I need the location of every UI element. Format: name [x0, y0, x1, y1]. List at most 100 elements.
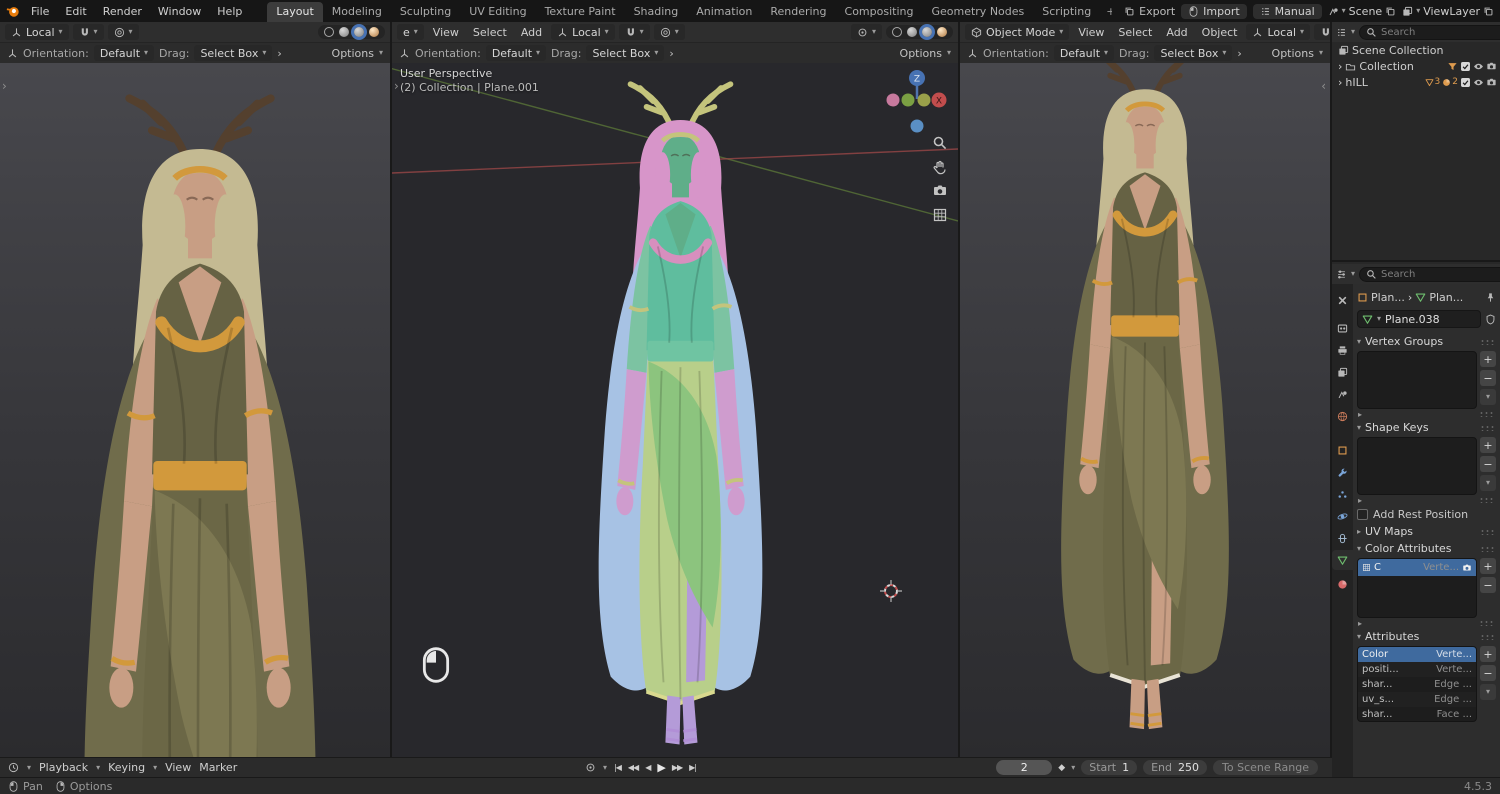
ortho-grid-icon[interactable]: [932, 207, 948, 223]
pan-hand-icon[interactable]: [932, 159, 948, 175]
viewport-center-canvas[interactable]: › User Perspective (2) Collection | Plan…: [392, 63, 958, 757]
workspace-tab-shading[interactable]: Shading: [625, 2, 688, 22]
workspace-tab-texture-paint[interactable]: Texture Paint: [536, 2, 625, 22]
mode-dropdown[interactable]: Object Mode ▾: [965, 24, 1070, 40]
panel-header-vertex-groups[interactable]: ▾ Vertex Groups: [1357, 333, 1496, 350]
new-viewlayer-icon[interactable]: [1483, 6, 1494, 17]
panel-header-color-attributes[interactable]: ▾ Color Attributes: [1357, 540, 1496, 557]
add-shape-key-button[interactable]: +: [1480, 437, 1496, 453]
keying-set-icon[interactable]: ◆: [1058, 763, 1065, 773]
keying-menu[interactable]: Keying: [108, 761, 145, 774]
outliner-search[interactable]: [1359, 24, 1500, 40]
material-preview-shading-icon[interactable]: [922, 27, 932, 37]
viewport-right-canvas[interactable]: ‹: [960, 63, 1330, 757]
wireframe-shading-icon[interactable]: [892, 27, 902, 37]
transform-orientation-dropdown[interactable]: Local ▾: [1246, 24, 1311, 40]
menu-view[interactable]: View: [428, 26, 464, 39]
shield-icon[interactable]: [1485, 314, 1496, 325]
manual-button[interactable]: Manual: [1252, 3, 1322, 19]
viewport-shading-modes[interactable]: [318, 25, 385, 39]
panel-grip-icon[interactable]: [1480, 338, 1496, 345]
play-button[interactable]: ▶: [657, 761, 666, 774]
breadcrumb-object[interactable]: Plan...: [1371, 291, 1405, 304]
outliner-row-scene-collection[interactable]: Scene Collection: [1332, 42, 1500, 58]
drag-value-dropdown[interactable]: Select Box ▾: [1154, 45, 1233, 61]
camera-view-icon[interactable]: [932, 183, 948, 199]
panel-grip-icon[interactable]: [1480, 633, 1496, 640]
workspace-tab-geometry-nodes[interactable]: Geometry Nodes: [922, 2, 1033, 22]
new-scene-icon[interactable]: [1385, 6, 1396, 17]
jump-to-end-button[interactable]: ▶|: [689, 763, 697, 772]
proportional-editing-dropdown[interactable]: ▾: [107, 24, 139, 40]
attribute-row[interactable]: positi... Verte...: [1358, 662, 1476, 677]
outliner-row-object[interactable]: › hILL 3 2: [1332, 74, 1500, 90]
transform-orientation-dropdown[interactable]: Local ▾: [551, 24, 615, 40]
tab-object-data-properties[interactable]: [1332, 550, 1353, 570]
current-frame-field[interactable]: 2: [996, 760, 1053, 775]
hide-eye-icon[interactable]: [1473, 77, 1484, 88]
subpanel-closed-icon[interactable]: ▸: [1358, 496, 1362, 505]
start-frame-field[interactable]: Start 1: [1081, 760, 1138, 775]
attributes-list[interactable]: Color Verte... positi... Verte... shar..…: [1357, 646, 1477, 722]
scene-selector[interactable]: ▾ Scene: [1328, 5, 1397, 18]
workspace-tab-layout[interactable]: Layout: [267, 2, 323, 22]
snapping-dropdown[interactable]: ▾: [618, 24, 650, 40]
rendered-shading-icon[interactable]: [369, 27, 379, 37]
menu-file[interactable]: File: [24, 4, 56, 19]
tab-physics-properties[interactable]: [1332, 506, 1353, 526]
properties-search-input[interactable]: [1381, 268, 1500, 280]
properties-search[interactable]: [1359, 266, 1500, 282]
checkbox-icon[interactable]: [1460, 77, 1471, 88]
tab-world-properties[interactable]: [1332, 406, 1353, 426]
drag-value-dropdown[interactable]: Select Box ▾: [586, 45, 665, 61]
hide-eye-icon[interactable]: [1473, 61, 1484, 72]
viewport-left-canvas[interactable]: ›: [0, 63, 390, 757]
attribute-specials-dropdown[interactable]: ▾: [1480, 684, 1496, 700]
color-attribute-row-selected[interactable]: C Verte...: [1358, 559, 1476, 576]
exclude-filter-icon[interactable]: [1447, 61, 1458, 72]
panel-grip-icon[interactable]: [1480, 528, 1496, 535]
add-vertex-group-button[interactable]: +: [1480, 351, 1496, 367]
panel-header-uv-maps[interactable]: ▸ UV Maps: [1357, 523, 1496, 540]
tab-tool-properties[interactable]: [1332, 290, 1353, 310]
subpanel-closed-icon[interactable]: ▸: [1358, 619, 1362, 628]
workspace-tab-rendering[interactable]: Rendering: [761, 2, 835, 22]
expand-icon[interactable]: ›: [1338, 76, 1342, 89]
auto-keyframe-icon[interactable]: [585, 762, 596, 773]
workspace-tab-compositing[interactable]: Compositing: [836, 2, 923, 22]
attribute-row[interactable]: Color Verte...: [1358, 647, 1476, 662]
tab-scene-properties[interactable]: [1332, 384, 1353, 404]
tab-particle-properties[interactable]: [1332, 484, 1353, 504]
end-frame-field[interactable]: End 250: [1143, 760, 1208, 775]
blender-logo-icon[interactable]: [6, 4, 20, 18]
outliner-editor-icon[interactable]: [1336, 27, 1347, 38]
workspace-tab-animation[interactable]: Animation: [687, 2, 761, 22]
tab-object-properties[interactable]: [1332, 440, 1353, 460]
sidebar-expand-icon[interactable]: ‹: [1321, 79, 1326, 93]
attribute-row[interactable]: uv_s... Edge ...: [1358, 692, 1476, 707]
tab-output-properties[interactable]: [1332, 340, 1353, 360]
timeline-editor-icon[interactable]: [8, 762, 19, 773]
breadcrumb-data[interactable]: Plan...: [1429, 291, 1463, 304]
shape-key-specials-dropdown[interactable]: ▾: [1480, 475, 1496, 491]
expand-icon[interactable]: ›: [1338, 60, 1342, 73]
workspace-tab-sculpting[interactable]: Sculpting: [391, 2, 460, 22]
viewlayer-selector[interactable]: ▾ ViewLayer: [1402, 5, 1494, 18]
subpanel-closed-icon[interactable]: ▸: [1358, 410, 1362, 419]
panel-grip-icon[interactable]: [1480, 545, 1496, 552]
solid-shading-icon[interactable]: [339, 27, 349, 37]
next-keyframe-button[interactable]: ▶▶: [672, 763, 683, 772]
render-visibility-icon[interactable]: [1486, 77, 1497, 88]
color-attributes-list[interactable]: C Verte...: [1357, 558, 1477, 618]
pin-icon[interactable]: [1485, 292, 1496, 303]
add-color-attribute-button[interactable]: +: [1480, 558, 1496, 574]
tool-settings-expand-icon[interactable]: ›: [1237, 47, 1241, 60]
orientation-value-dropdown[interactable]: Default ▾: [1053, 45, 1115, 61]
add-workspace-button[interactable]: +: [1100, 2, 1112, 22]
tab-constraint-properties[interactable]: [1332, 528, 1353, 548]
viewport-shading-modes[interactable]: [886, 25, 953, 39]
to-scene-range-button[interactable]: To Scene Range: [1213, 760, 1318, 775]
attribute-row[interactable]: shar... Face ...: [1358, 707, 1476, 721]
remove-shape-key-button[interactable]: −: [1480, 456, 1496, 472]
datablock-name-field[interactable]: ▾ Plane.038: [1357, 310, 1481, 328]
